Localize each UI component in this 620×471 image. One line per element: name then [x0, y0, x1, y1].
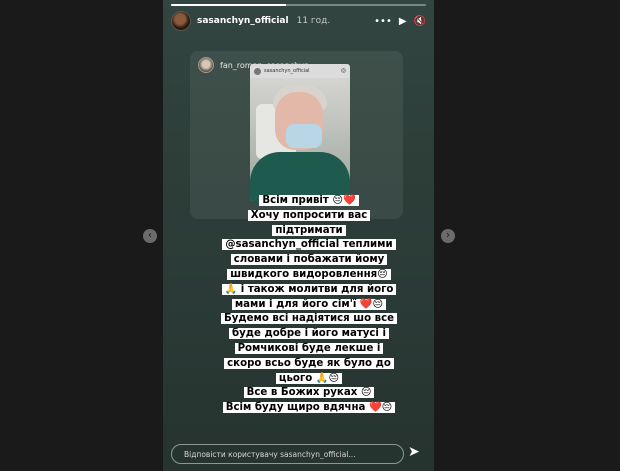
story-username[interactable]: sasanchyn_official [197, 16, 289, 26]
story-progress-bar [171, 4, 426, 6]
sticker-line: Будемо всі надіятися шо все [220, 313, 398, 325]
sticker-line: @sasanchyn_official теплими [222, 239, 396, 251]
inner-username: sasanchyn_official [264, 68, 310, 74]
sticker-line: підтримати [272, 224, 346, 236]
sticker-line: Все в Божих руках 😔 [243, 387, 375, 399]
reposted-avatar [198, 57, 214, 73]
reply-field[interactable] [171, 444, 404, 464]
inner-avatar [254, 67, 261, 75]
avatar[interactable] [171, 11, 191, 31]
reply-input[interactable] [182, 448, 403, 460]
reposted-image: sasanchyn_official ◎ [250, 64, 350, 201]
story-progress-fill [171, 4, 286, 6]
sticker-line: Всім буду щиро вдячна ❤️😔 [222, 402, 396, 414]
send-icon[interactable]: ➤ [408, 444, 420, 460]
story-controls: ••• ▶ 🔇 [374, 16, 426, 27]
more-icon[interactable]: ••• [374, 16, 392, 27]
sticker-line: 🙏 і також молитви для його [221, 283, 397, 295]
sticker-line: буде добре і його матусі і [229, 328, 389, 340]
previous-story-button[interactable]: ‹ [143, 229, 157, 243]
instagram-icon: ◎ [340, 67, 346, 74]
story-header: sasanchyn_official 11 год. ••• ▶ 🔇 [171, 10, 426, 32]
story-viewer: sasanchyn_official 11 год. ••• ▶ 🔇 fan_r… [163, 0, 434, 471]
next-story-button[interactable]: › [441, 229, 455, 243]
sticker-line: мами і для його сім'ї ❤️😔 [231, 298, 387, 310]
play-icon[interactable]: ▶ [399, 16, 407, 27]
story-time: 11 год. [296, 16, 331, 26]
mute-icon[interactable]: 🔇 [414, 16, 426, 27]
sticker-line: швидкого видоровлення😔 [227, 268, 391, 280]
sticker-line: скоро всьо буде як було до [224, 357, 394, 369]
sticker-line: Ромчикові буде лекше і [234, 342, 384, 354]
sticker-line: Всім привіт 😔❤️ [259, 195, 359, 206]
face-mask [286, 124, 322, 148]
sticker-line: словами і побажати йому [230, 254, 388, 266]
sticker-line: цього 🙏😔 [275, 372, 343, 384]
inner-story-header: sasanchyn_official ◎ [250, 64, 350, 78]
story-text-sticker: Всім привіт 😔❤️ Хочу попросити вас підтрим… [219, 194, 399, 416]
sticker-line: Хочу попросити вас [247, 209, 371, 221]
